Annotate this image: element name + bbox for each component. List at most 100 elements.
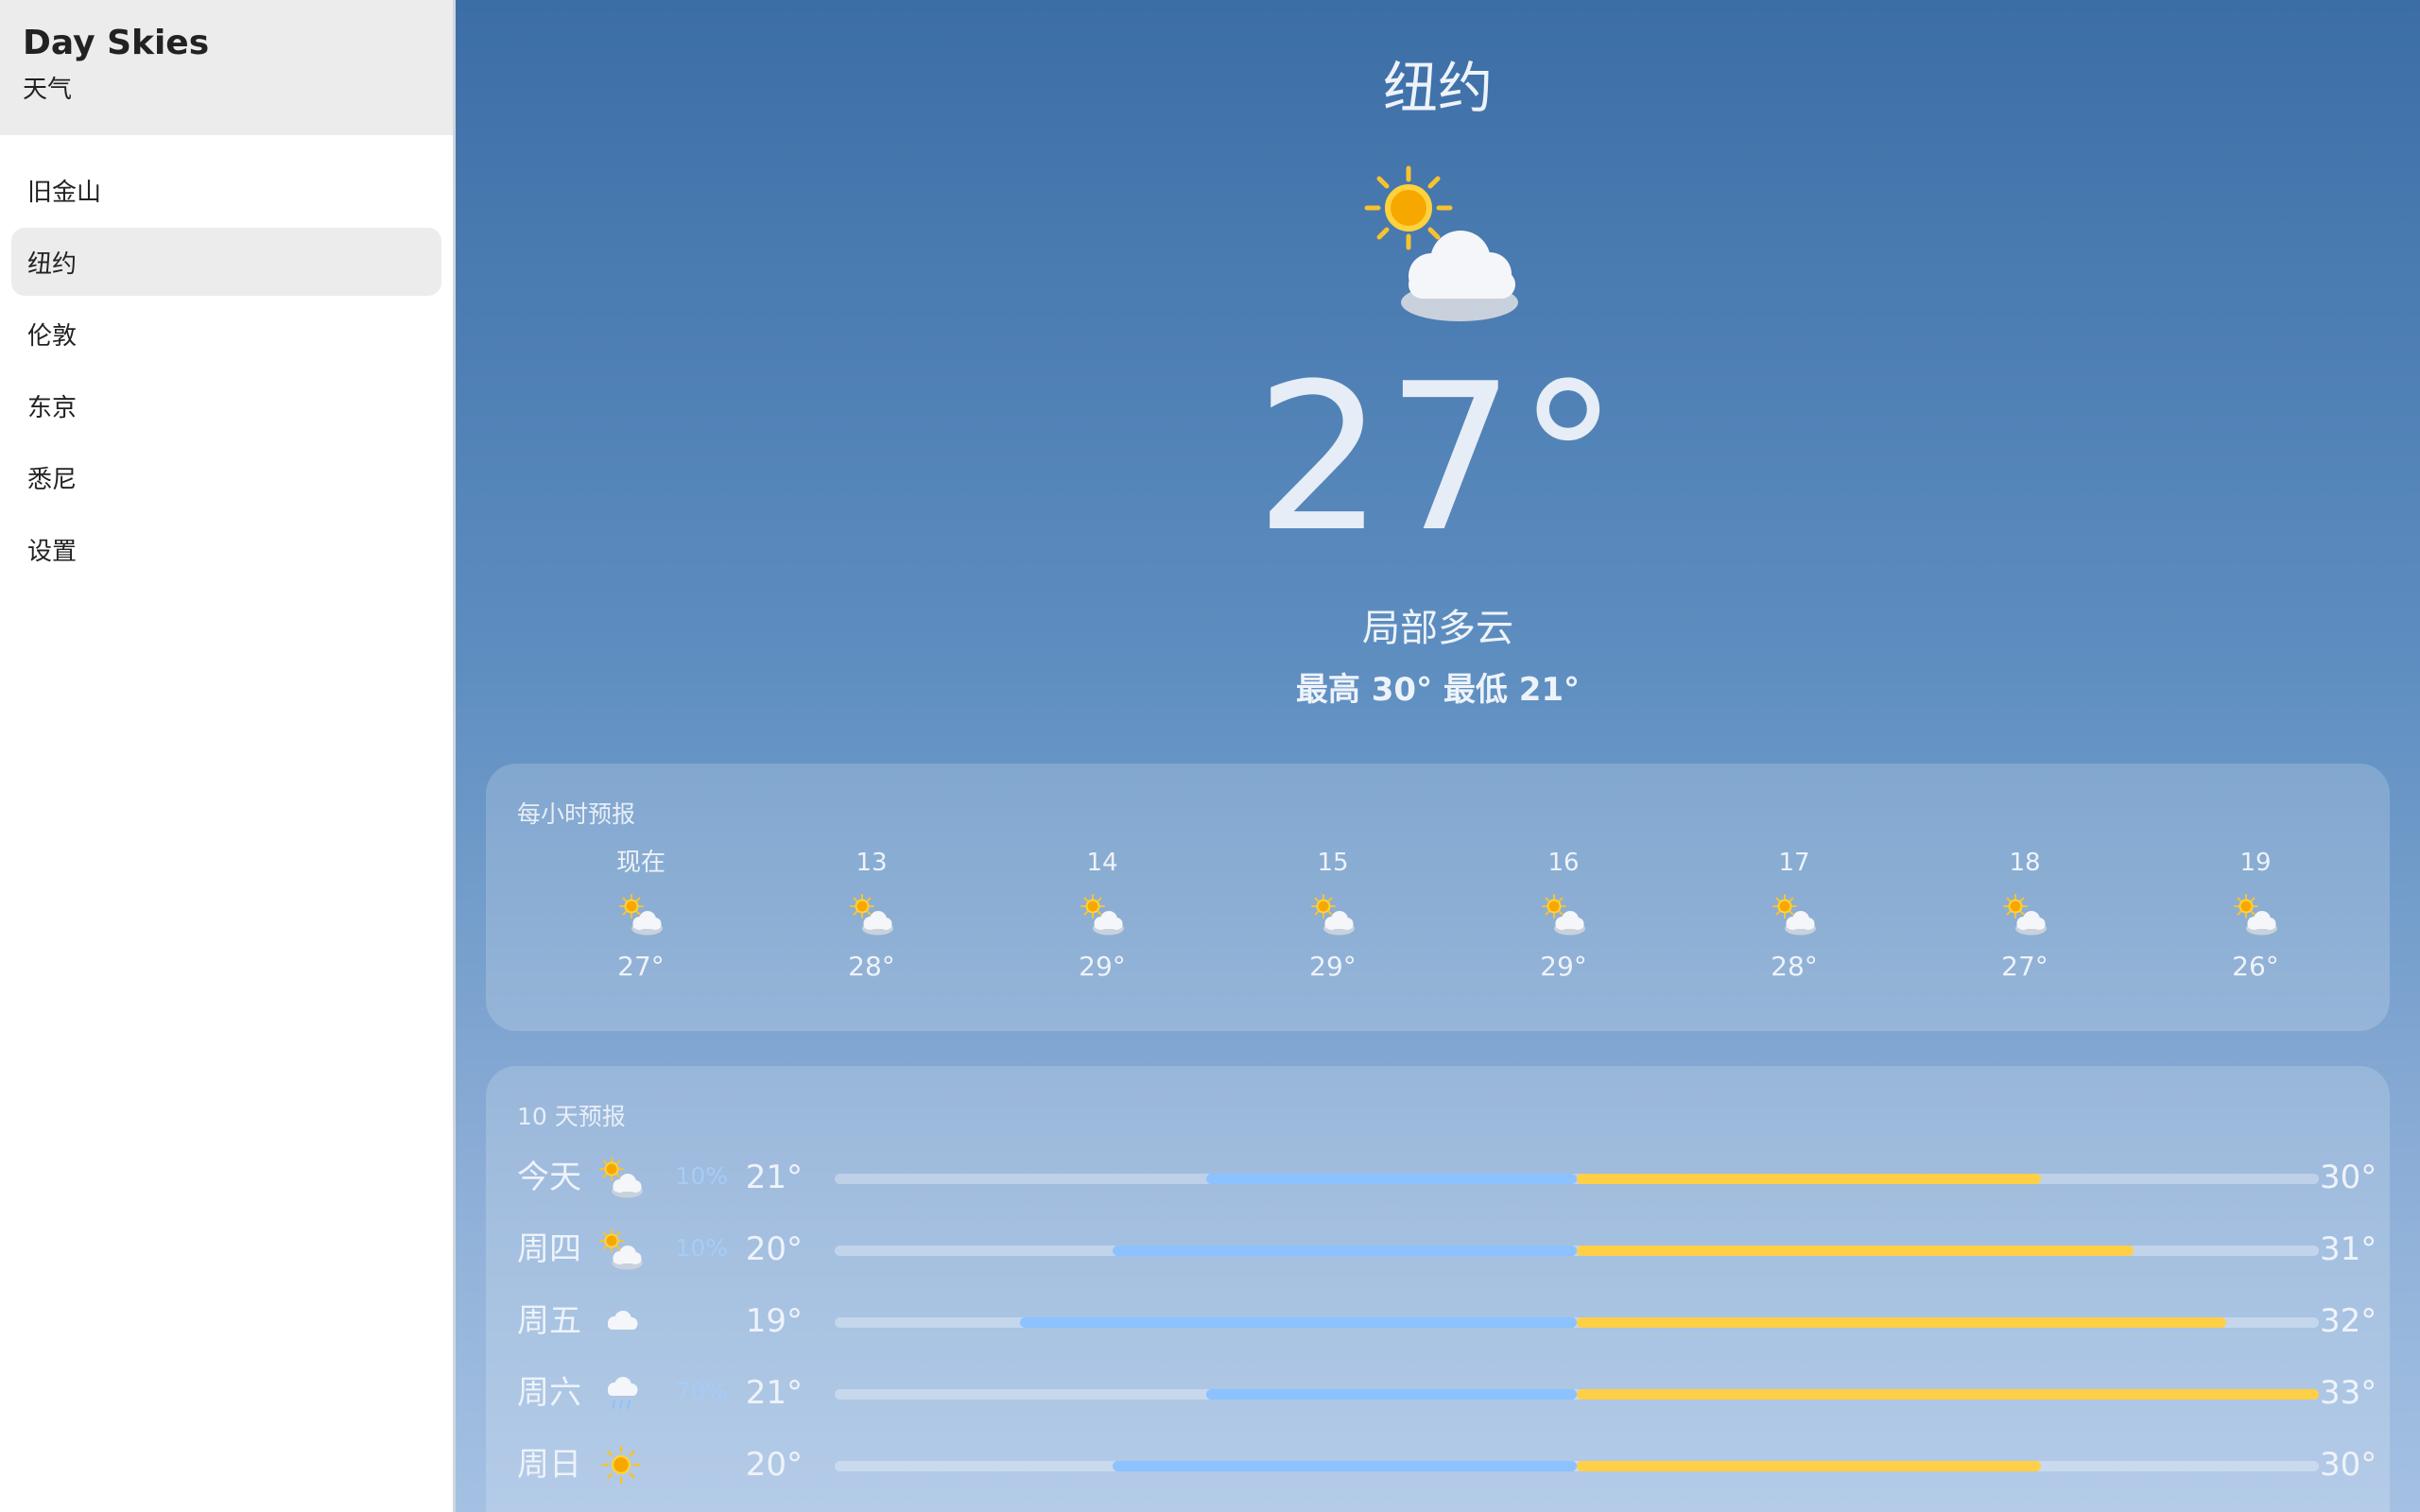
hourly-item: 15 29° <box>1267 849 1399 983</box>
temp-range-cool <box>1020 1317 1577 1328</box>
partly-cloudy-icon <box>1540 892 1587 937</box>
sidebar-item-new-york[interactable]: 纽约 <box>11 228 441 296</box>
partly-cloudy-icon <box>1079 892 1126 937</box>
weather-app: Day Skies 天气 旧金山 纽约 伦敦 东京 悉尼 设置 纽约 27° 局… <box>0 0 2420 1512</box>
hour-temp: 29° <box>1540 951 1587 982</box>
precip-chance: 10% <box>675 1162 728 1190</box>
hour-temp: 29° <box>1309 951 1357 982</box>
temp-range-warm <box>1577 1246 2134 1256</box>
main-panel: 纽约 27° 局部多云 最高 30° 最低 21° 每小时预报 现在 27° 1… <box>456 0 2420 1512</box>
hour-temp: 28° <box>1771 951 1818 982</box>
partly-cloudy-icon <box>597 1155 645 1200</box>
low-temp: 20° <box>745 1446 803 1484</box>
hour-temp: 28° <box>848 951 895 982</box>
hour-label: 16 <box>1547 849 1580 877</box>
high-temp: 32° <box>2320 1302 2377 1340</box>
high-low: 最高 30° 最低 21° <box>1295 671 1581 709</box>
app-subtitle: 天气 <box>23 76 73 104</box>
hour-label: 17 <box>1778 849 1810 877</box>
high-temp: 30° <box>2320 1159 2377 1196</box>
day-name: 周五 <box>517 1302 581 1340</box>
temp-range-bar <box>835 1174 2319 1184</box>
sun-icon <box>597 1442 645 1487</box>
hourly-forecast-title: 每小时预报 <box>517 800 636 828</box>
partly-cloudy-icon <box>1771 892 1818 937</box>
city-nav: 旧金山 纽约 伦敦 东京 悉尼 设置 <box>0 135 453 583</box>
sidebar-item-sydney[interactable]: 悉尼 <box>11 443 441 511</box>
temp-range-warm <box>1577 1317 2226 1328</box>
precip-chance: 10% <box>675 1234 728 1262</box>
day-name: 周日 <box>517 1446 581 1484</box>
sidebar: Day Skies 天气 旧金山 纽约 伦敦 东京 悉尼 设置 <box>0 0 456 1512</box>
hourly-item: 16 29° <box>1497 849 1630 983</box>
hourly-item: 18 27° <box>1959 849 2091 983</box>
day-name: 周四 <box>517 1230 581 1268</box>
high-temp: 33° <box>2320 1374 2377 1412</box>
hour-temp: 27° <box>617 951 665 982</box>
hourly-item: 17 28° <box>1728 849 1860 983</box>
daily-row: 周四 10% 20° 31° <box>486 1221 2390 1278</box>
low-temp: 21° <box>745 1159 803 1196</box>
hour-label: 18 <box>2009 849 2041 877</box>
temp-range-cool <box>1113 1461 1577 1471</box>
hour-label: 现在 <box>615 849 666 877</box>
hour-temp: 27° <box>2001 951 2048 982</box>
temp-range-cool <box>1205 1389 1577 1400</box>
city-name: 纽约 <box>1382 56 1493 120</box>
temp-range-warm <box>1577 1461 2041 1471</box>
rain-icon <box>597 1370 645 1416</box>
temp-range-cool <box>1205 1174 1577 1184</box>
hourly-item: 19 26° <box>2189 849 2322 983</box>
sidebar-item-san-francisco[interactable]: 旧金山 <box>11 156 441 224</box>
sidebar-item-label: 旧金山 <box>27 178 102 207</box>
hour-temp: 29° <box>1079 951 1126 982</box>
partly-cloudy-icon <box>1364 165 1518 321</box>
temp-range-warm <box>1577 1389 2319 1400</box>
sidebar-item-tokyo[interactable]: 东京 <box>11 371 441 439</box>
day-name: 周六 <box>517 1374 581 1412</box>
current-condition: 局部多云 <box>1362 607 1513 650</box>
daily-row: 周六 70% 21° 33° <box>486 1365 2390 1421</box>
cloud-icon <box>597 1298 645 1344</box>
current-temperature: 27° <box>1254 339 1621 576</box>
hour-temp: 26° <box>2232 951 2279 982</box>
temp-range-bar <box>835 1461 2319 1471</box>
hourly-item: 14 29° <box>1036 849 1168 983</box>
temp-range-warm <box>1577 1174 2041 1184</box>
partly-cloudy-icon <box>1309 892 1357 937</box>
daily-row: 周日 20° 30° <box>486 1436 2390 1493</box>
sidebar-item-london[interactable]: 伦敦 <box>11 300 441 368</box>
partly-cloudy-icon <box>2001 892 2048 937</box>
sidebar-item-settings[interactable]: 设置 <box>11 515 441 583</box>
temp-range-bar <box>835 1317 2319 1328</box>
partly-cloudy-icon <box>617 892 665 937</box>
partly-cloudy-icon <box>597 1227 645 1272</box>
low-temp: 20° <box>745 1230 803 1268</box>
temp-range-bar <box>835 1389 2319 1400</box>
sidebar-header: Day Skies 天气 <box>0 0 453 135</box>
hourly-item: 13 28° <box>805 849 938 983</box>
hour-label: 19 <box>2239 849 2272 877</box>
hourly-forecast-card: 每小时预报 现在 27° 13 28° 14 29° 15 29° 16 29°… <box>486 764 2390 1031</box>
partly-cloudy-icon <box>848 892 895 937</box>
day-name: 今天 <box>517 1159 581 1196</box>
app-title: Day Skies <box>23 24 210 62</box>
sidebar-item-label: 纽约 <box>27 249 78 279</box>
hourly-item: 现在 27° <box>575 849 707 983</box>
high-temp: 30° <box>2320 1446 2377 1484</box>
hour-label: 13 <box>856 849 888 877</box>
sidebar-item-label: 设置 <box>27 537 78 566</box>
low-temp: 21° <box>745 1374 803 1412</box>
high-temp: 31° <box>2320 1230 2377 1268</box>
temp-range-bar <box>835 1246 2319 1256</box>
daily-forecast-card: 10 天预报 今天 10% 21° 30° 周四 10% 20° 31° 周五 … <box>486 1066 2390 1512</box>
daily-row: 周五 19° 32° <box>486 1293 2390 1349</box>
sidebar-item-label: 悉尼 <box>27 465 78 494</box>
daily-row: 今天 10% 21° 30° <box>486 1149 2390 1206</box>
precip-chance: 70% <box>675 1378 728 1405</box>
partly-cloudy-icon <box>2232 892 2279 937</box>
daily-forecast-title: 10 天预报 <box>517 1103 626 1130</box>
low-temp: 19° <box>745 1302 803 1340</box>
hour-label: 14 <box>1086 849 1118 877</box>
sidebar-item-label: 伦敦 <box>27 321 78 351</box>
